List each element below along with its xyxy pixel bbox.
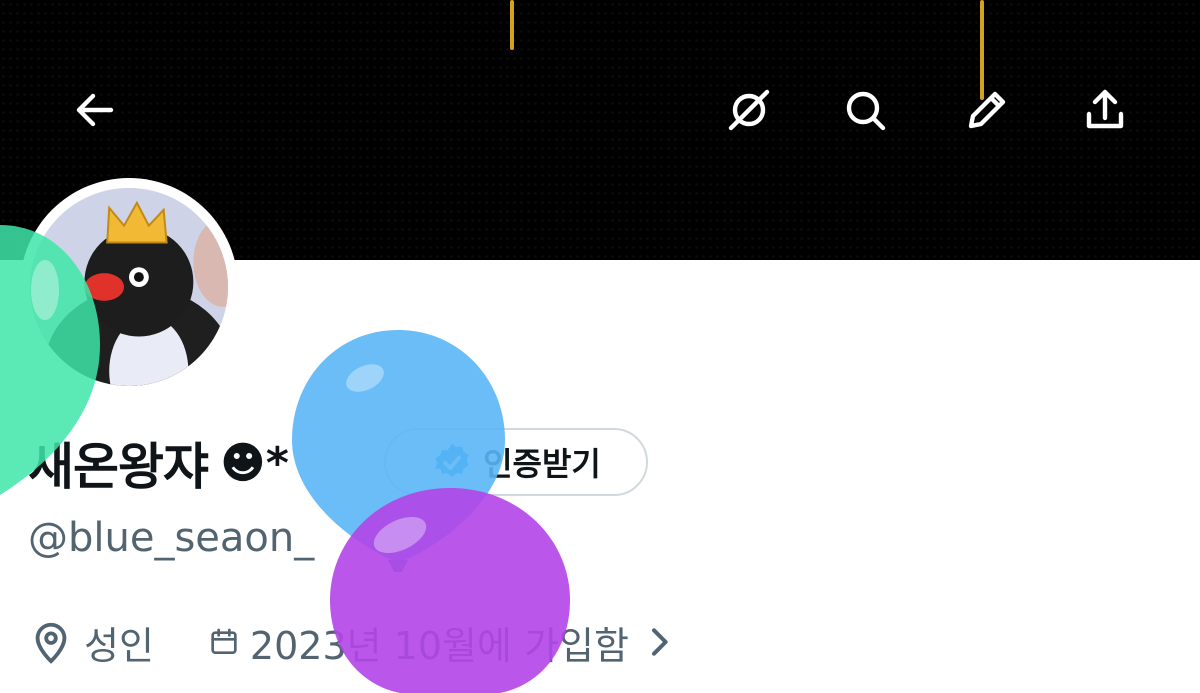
avatar[interactable]: [20, 178, 238, 396]
search-icon: [846, 91, 886, 131]
arrow-left-icon: [76, 93, 114, 127]
display-name-row: 새온왕쟈 ☻*: [28, 428, 289, 498]
name-emoji: ☻*: [220, 437, 289, 489]
grok-button[interactable]: [714, 75, 784, 145]
share-icon: [1086, 89, 1124, 129]
profile-meta-row: 성인 2023년 10월에 가입함: [28, 612, 725, 672]
share-button[interactable]: [1070, 75, 1140, 145]
join-date-text: 2023년 10월에 가입함: [249, 623, 629, 668]
display-name: 새온왕쟈: [28, 438, 209, 496]
calendar-icon: [211, 628, 237, 654]
join-date-link[interactable]: 2023년 10월에 가입함: [194, 615, 685, 670]
banner-string-left: [510, 0, 514, 50]
location-item: 성인: [28, 615, 154, 670]
grok-icon: [728, 89, 770, 131]
pencil-icon: [968, 91, 1006, 129]
search-button[interactable]: [830, 75, 900, 145]
chevron-right-icon: [651, 628, 668, 656]
edit-button[interactable]: [952, 75, 1022, 145]
avatar-image: [30, 188, 228, 386]
get-verified-label: 인증받기: [483, 445, 601, 483]
username-handle: @blue_seaon_: [28, 515, 315, 561]
back-button[interactable]: [60, 75, 130, 145]
top-navigation-bar: [0, 70, 1200, 150]
penguin-avatar-illustration: [30, 188, 228, 386]
location-pin-icon: [35, 622, 67, 664]
get-verified-button[interactable]: 인증받기: [384, 428, 648, 496]
location-text: 성인: [84, 623, 154, 668]
verified-badge-icon: [435, 443, 469, 477]
